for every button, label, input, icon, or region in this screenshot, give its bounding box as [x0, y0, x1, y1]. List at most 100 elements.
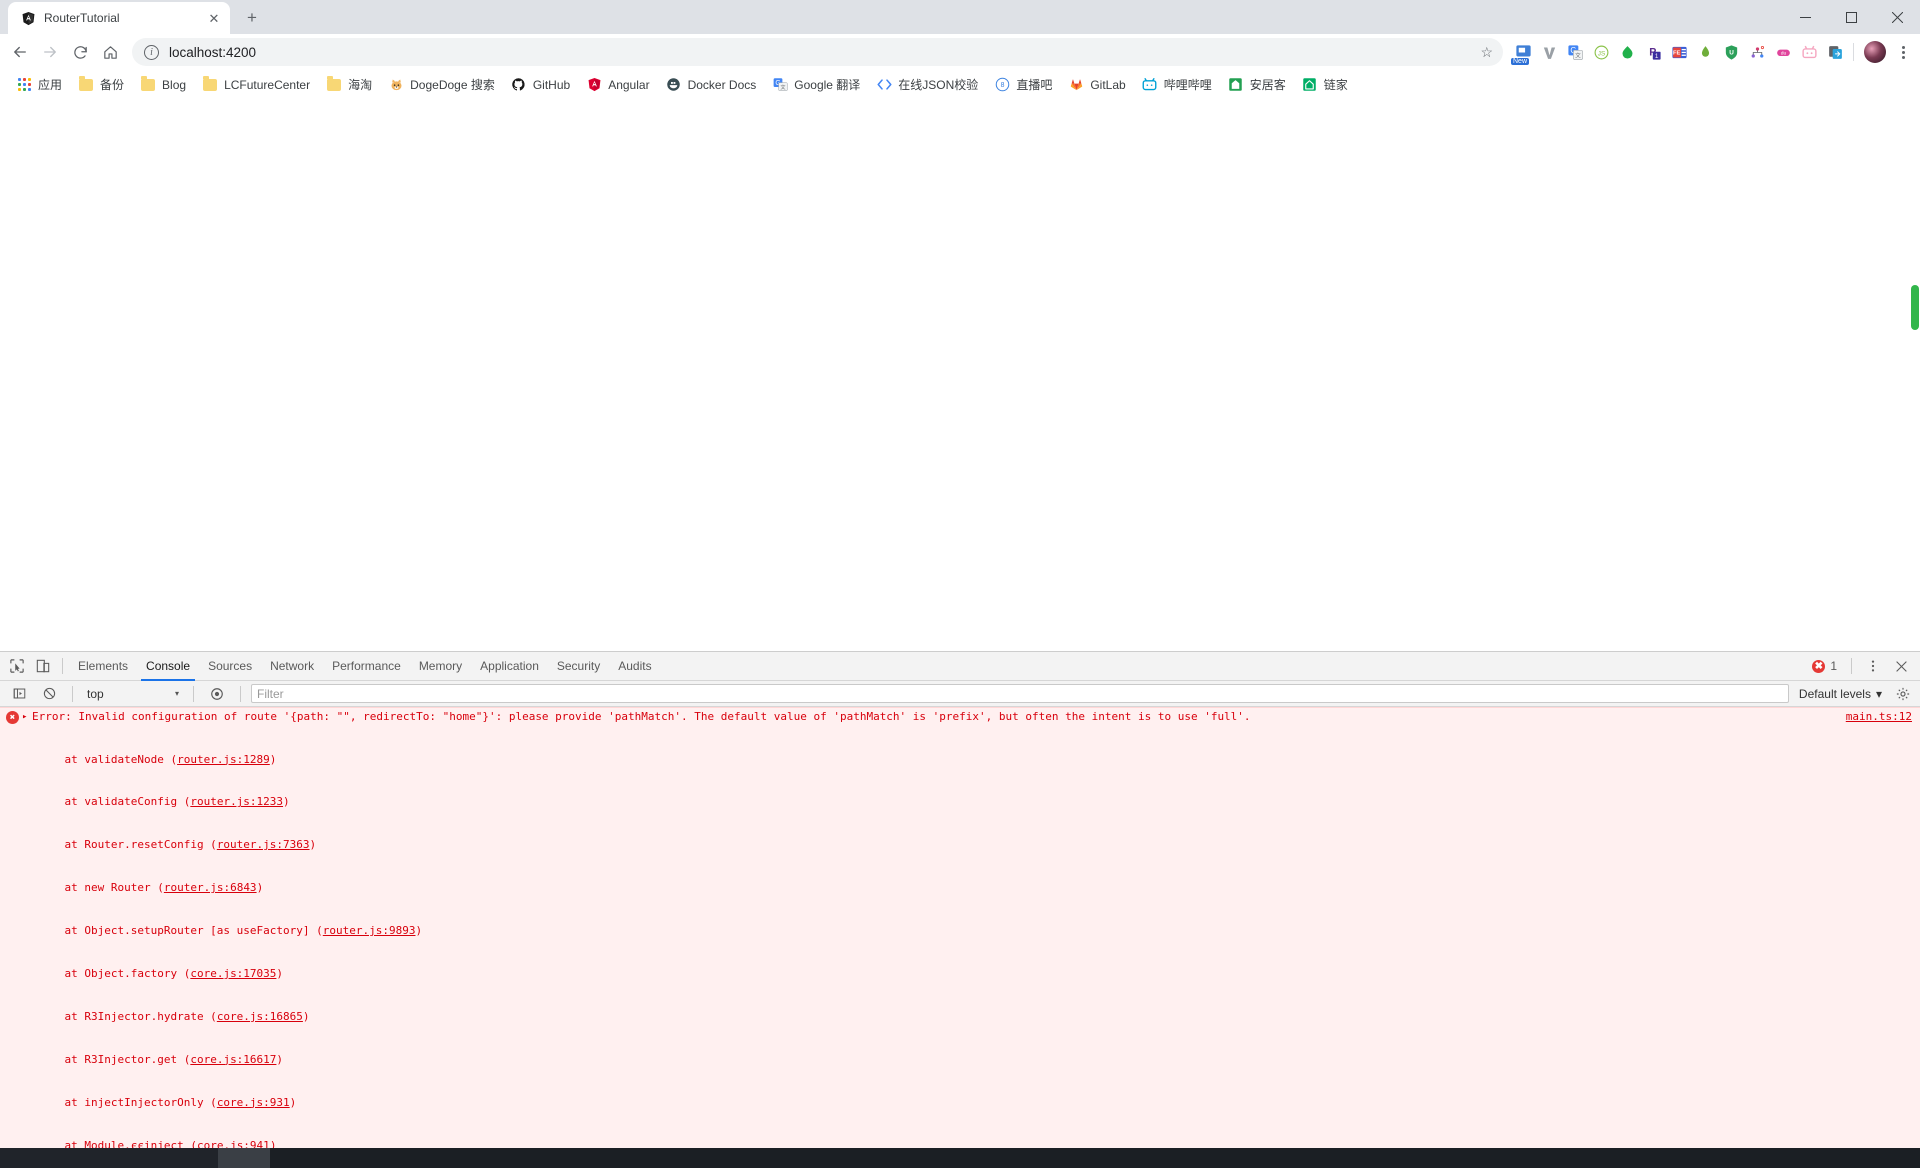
- tab-audits[interactable]: Audits: [609, 652, 660, 681]
- console-output[interactable]: ✖ ▸ Error: Invalid configuration of rout…: [0, 707, 1920, 1148]
- close-window-button[interactable]: [1874, 0, 1920, 34]
- bookmark-haitao[interactable]: 海淘: [318, 73, 380, 97]
- green-drop-extension-icon[interactable]: [1615, 40, 1639, 64]
- console-error-message[interactable]: ✖ ▸ Error: Invalid configuration of rout…: [0, 707, 1920, 1148]
- stack-source-link[interactable]: router.js:1233: [190, 795, 283, 808]
- shield-extension-icon[interactable]: U: [1719, 40, 1743, 64]
- inspect-element-icon[interactable]: [4, 653, 30, 679]
- stack-end: ): [270, 753, 277, 766]
- tab-sources[interactable]: Sources: [199, 652, 261, 681]
- os-taskbar: [0, 1148, 1920, 1168]
- tab-performance[interactable]: Performance: [323, 652, 410, 681]
- avatar[interactable]: [1864, 41, 1886, 63]
- clear-console-icon[interactable]: [36, 681, 62, 707]
- close-icon[interactable]: ✕: [206, 10, 222, 26]
- tab-elements[interactable]: Elements: [69, 652, 137, 681]
- close-devtools-icon[interactable]: [1888, 653, 1914, 679]
- tab-console[interactable]: Console: [137, 652, 199, 681]
- bookmark-github[interactable]: GitHub: [503, 73, 578, 97]
- reload-icon[interactable]: [66, 38, 94, 66]
- tab-memory[interactable]: Memory: [410, 652, 471, 681]
- anjuke-icon: [1228, 77, 1244, 93]
- bookmark-angular[interactable]: Angular: [578, 73, 657, 97]
- stack-source-link[interactable]: core.js:16617: [190, 1053, 276, 1066]
- gitlab-icon: [1068, 77, 1084, 93]
- console-stack-trace: at validateNode (router.js:1289) at vali…: [0, 724, 1920, 1148]
- du-extension-icon[interactable]: du: [1771, 40, 1795, 64]
- new-tab-button[interactable]: +: [238, 4, 266, 32]
- new-badge-extension-icon[interactable]: New: [1511, 40, 1535, 64]
- page-scrollbar[interactable]: [1910, 100, 1920, 651]
- bookmark-apps[interactable]: 应用: [8, 73, 70, 97]
- stack-fn: at Router.resetConfig (: [38, 838, 217, 851]
- bookmark-anjuke[interactable]: 安居客: [1220, 73, 1294, 97]
- forward-icon[interactable]: [36, 38, 64, 66]
- error-count: 1: [1830, 659, 1837, 673]
- bookmark-zhibo8[interactable]: 8 直播吧: [986, 73, 1060, 97]
- filter-input[interactable]: [251, 684, 1789, 703]
- bookmark-label: Docker Docs: [688, 78, 757, 92]
- browser-tab[interactable]: RouterTutorial ✕: [8, 2, 230, 34]
- bookmark-lcfuturecenter[interactable]: LCFutureCenter: [194, 73, 318, 97]
- stack-frame: at new Router (router.js:6843): [38, 881, 1920, 895]
- tab-network[interactable]: Network: [261, 652, 323, 681]
- bookmark-google-translate[interactable]: G文 Google 翻译: [764, 73, 868, 97]
- divider: [62, 658, 63, 674]
- bookmark-label: 备份: [100, 76, 124, 93]
- three-dot-menu-icon[interactable]: [1892, 41, 1914, 63]
- stack-fn: at R3Injector.hydrate (: [38, 1010, 217, 1023]
- stack-source-link[interactable]: core.js:17035: [190, 967, 276, 980]
- feedly-extension-icon[interactable]: FE: [1667, 40, 1691, 64]
- maximize-button[interactable]: [1828, 0, 1874, 34]
- divider: [1851, 658, 1852, 674]
- home-icon[interactable]: [96, 38, 124, 66]
- tab-security[interactable]: Security: [548, 652, 609, 681]
- error-count-badge[interactable]: ✖ 1: [1812, 659, 1843, 673]
- sitemap-extension-icon[interactable]: [1745, 40, 1769, 64]
- devtools-panel: Elements Console Sources Network Perform…: [0, 651, 1920, 1148]
- scrollbar-thumb[interactable]: [1911, 285, 1919, 330]
- bookmark-bilibili[interactable]: 哔哩哔哩: [1134, 73, 1220, 97]
- console-source-link[interactable]: main.ts:12: [1846, 710, 1912, 723]
- expand-arrow-icon[interactable]: ▸: [22, 712, 32, 722]
- toggle-device-toolbar-icon[interactable]: [30, 653, 56, 679]
- console-settings-icon[interactable]: [1892, 683, 1914, 705]
- vimium-extension-icon[interactable]: [1537, 40, 1561, 64]
- folder-icon: [202, 77, 218, 93]
- site-info-icon[interactable]: i: [144, 45, 159, 60]
- tab-application[interactable]: Application: [471, 652, 548, 681]
- stack-frame: at Router.resetConfig (router.js:7363): [38, 838, 1920, 852]
- tv-extension-icon[interactable]: [1797, 40, 1821, 64]
- stack-source-link[interactable]: router.js:9893: [323, 924, 416, 937]
- stack-source-link[interactable]: router.js:6843: [164, 881, 257, 894]
- taskbar-active-window[interactable]: [218, 1148, 270, 1168]
- json-viewer-extension-icon[interactable]: JS: [1589, 40, 1613, 64]
- live-expression-icon[interactable]: [204, 681, 230, 707]
- stack-source-link[interactable]: core.js:16865: [217, 1010, 303, 1023]
- minimize-button[interactable]: [1782, 0, 1828, 34]
- stack-source-link[interactable]: router.js:7363: [217, 838, 310, 851]
- bookmark-star-icon[interactable]: ☆: [1480, 44, 1493, 61]
- more-options-icon[interactable]: [1860, 653, 1886, 679]
- stack-source-link[interactable]: core.js:941: [197, 1139, 270, 1148]
- bookmark-docker-docs[interactable]: Docker Docs: [658, 73, 765, 97]
- honey-extension-icon[interactable]: [1693, 40, 1717, 64]
- back-icon[interactable]: [6, 38, 34, 66]
- stack-source-link[interactable]: router.js:1289: [177, 753, 270, 766]
- angular-icon: [586, 77, 602, 93]
- share-extension-icon[interactable]: [1823, 40, 1847, 64]
- bookmark-beifen[interactable]: 备份: [70, 73, 132, 97]
- bookmark-gitlab[interactable]: GitLab: [1060, 73, 1133, 97]
- execution-context-select[interactable]: top ▾: [83, 684, 183, 703]
- address-bar[interactable]: i localhost:4200 ☆: [132, 38, 1503, 66]
- bookmark-dogedoge[interactable]: DogeDoge 搜索: [380, 73, 503, 97]
- console-sidebar-icon[interactable]: [6, 681, 32, 707]
- google-translate-extension-icon[interactable]: G文: [1563, 40, 1587, 64]
- stack-source-link[interactable]: core.js:931: [217, 1096, 290, 1109]
- bookmark-json-validator[interactable]: 在线JSON校验: [868, 73, 986, 97]
- bookmark-lianjia[interactable]: 链家: [1294, 73, 1356, 97]
- bookmark-label: Google 翻译: [794, 76, 860, 93]
- pocket-extension-icon[interactable]: P1: [1641, 40, 1665, 64]
- log-levels-select[interactable]: Default levels ▾: [1793, 687, 1888, 701]
- bookmark-blog[interactable]: Blog: [132, 73, 194, 97]
